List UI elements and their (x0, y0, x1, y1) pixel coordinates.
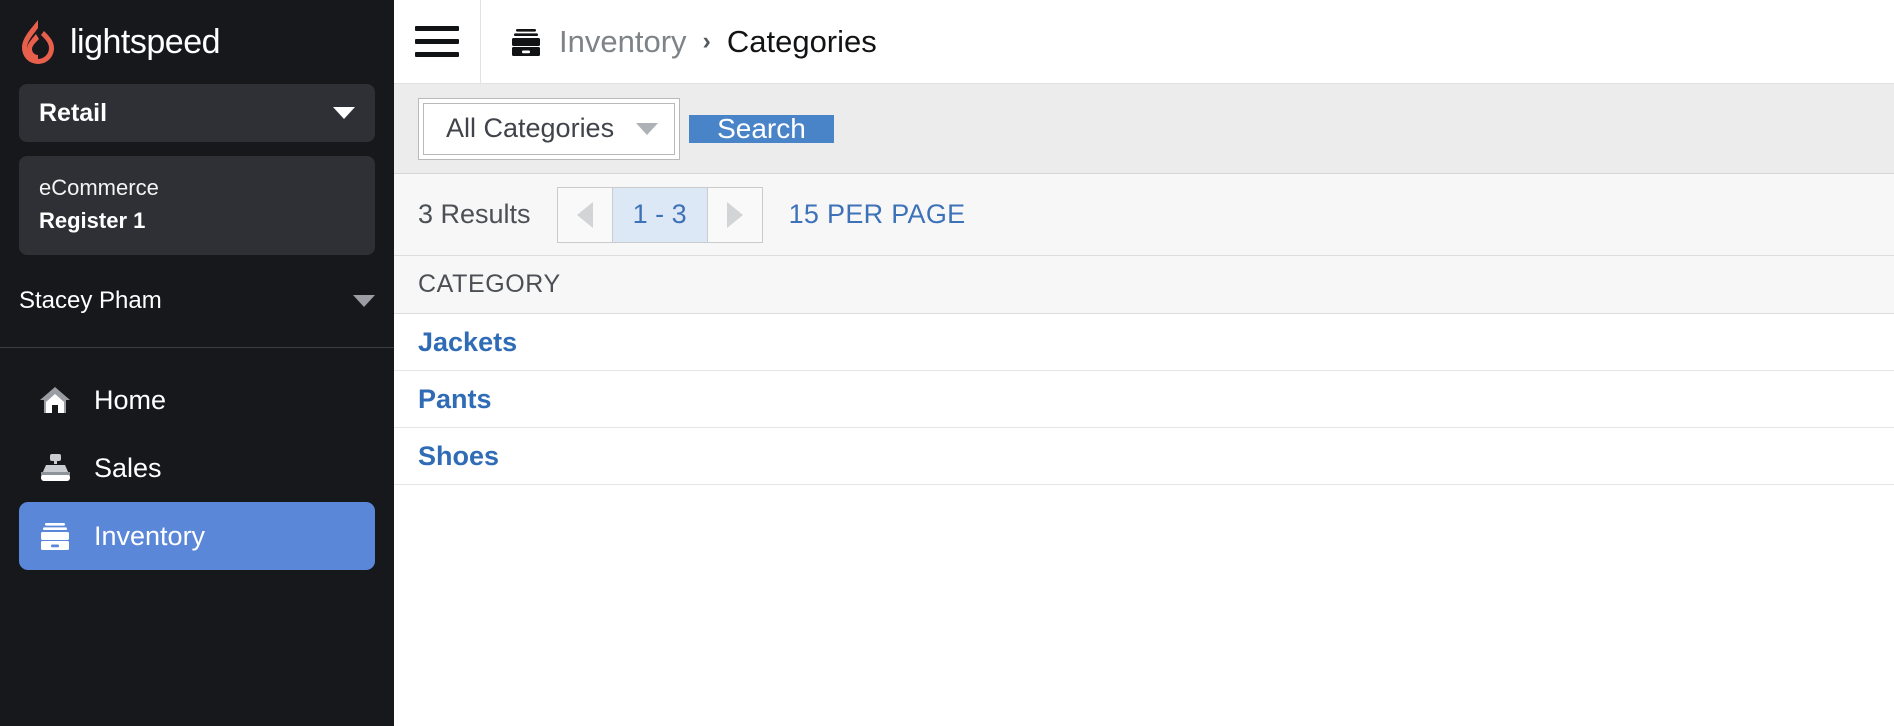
sidebar-item-label: Home (94, 385, 166, 416)
categories-table: CATEGORY Jackets Pants Shoes (394, 256, 1894, 726)
table-row[interactable]: Pants (394, 371, 1894, 428)
breadcrumb-current: Categories (727, 24, 877, 60)
table-row[interactable]: Jackets (394, 314, 1894, 371)
column-header-category: CATEGORY (418, 270, 561, 299)
brand-logo[interactable]: lightspeed (0, 0, 394, 84)
category-filter-value: All Categories (446, 113, 614, 144)
table-empty-space (394, 485, 1894, 726)
chevron-down-icon (636, 123, 658, 135)
table-header-row: CATEGORY (394, 256, 1894, 314)
top-bar: Inventory › Categories (394, 0, 1894, 84)
brand-name: lightspeed (70, 25, 220, 59)
cash-register-icon (38, 451, 72, 485)
pagination-controls: 1 - 3 (557, 187, 763, 243)
category-link[interactable]: Pants (418, 384, 492, 415)
register-card[interactable]: eCommerce Register 1 (19, 156, 375, 255)
register-channel: eCommerce (39, 171, 355, 204)
lightspeed-flame-icon (18, 18, 60, 66)
search-shell: All Categories (418, 98, 680, 160)
archive-box-icon (509, 25, 543, 59)
sidebar-item-label: Sales (94, 453, 162, 484)
hamburger-menu-icon[interactable] (394, 0, 480, 84)
chevron-down-icon (333, 107, 355, 119)
user-menu[interactable]: Stacey Pham (19, 277, 375, 325)
pagination-prev-button[interactable] (557, 187, 613, 243)
chevron-down-icon (353, 295, 375, 307)
pagination-range[interactable]: 1 - 3 (612, 187, 708, 243)
user-name: Stacey Pham (19, 287, 162, 315)
sidebar-item-inventory[interactable]: Inventory (19, 502, 375, 570)
category-link[interactable]: Jackets (418, 327, 517, 358)
breadcrumb: Inventory › Categories (481, 24, 877, 60)
search-bar: All Categories Search (394, 84, 1894, 174)
per-page-link[interactable]: 15 PER PAGE (789, 199, 966, 230)
app-root: lightspeed Retail eCommerce Register 1 S… (0, 0, 1894, 726)
search-button[interactable]: Search (689, 115, 834, 143)
home-icon (38, 383, 72, 417)
sidebar-item-sales[interactable]: Sales (19, 434, 375, 502)
sidebar-item-label: Inventory (94, 521, 205, 552)
category-filter-select[interactable]: All Categories (423, 103, 675, 155)
sidebar-item-home[interactable]: Home (19, 366, 375, 434)
sidebar-nav: Home Sales (0, 348, 394, 570)
hamburger-bars (415, 18, 459, 65)
table-row[interactable]: Shoes (394, 428, 1894, 485)
store-selector-label: Retail (39, 99, 107, 128)
triangle-right-icon (727, 202, 743, 228)
pagination-bar: 3 Results 1 - 3 15 PER PAGE (394, 174, 1894, 256)
pagination-next-button[interactable] (707, 187, 763, 243)
store-selector[interactable]: Retail (19, 84, 375, 142)
category-link[interactable]: Shoes (418, 441, 499, 472)
sidebar: lightspeed Retail eCommerce Register 1 S… (0, 0, 394, 726)
results-count: 3 Results (418, 199, 531, 230)
triangle-left-icon (577, 202, 593, 228)
register-name: Register 1 (39, 204, 355, 237)
archive-box-icon (38, 519, 72, 553)
breadcrumb-separator: › (703, 29, 711, 54)
breadcrumb-parent[interactable]: Inventory (559, 24, 687, 60)
main-content: Inventory › Categories All Categories Se… (394, 0, 1894, 726)
